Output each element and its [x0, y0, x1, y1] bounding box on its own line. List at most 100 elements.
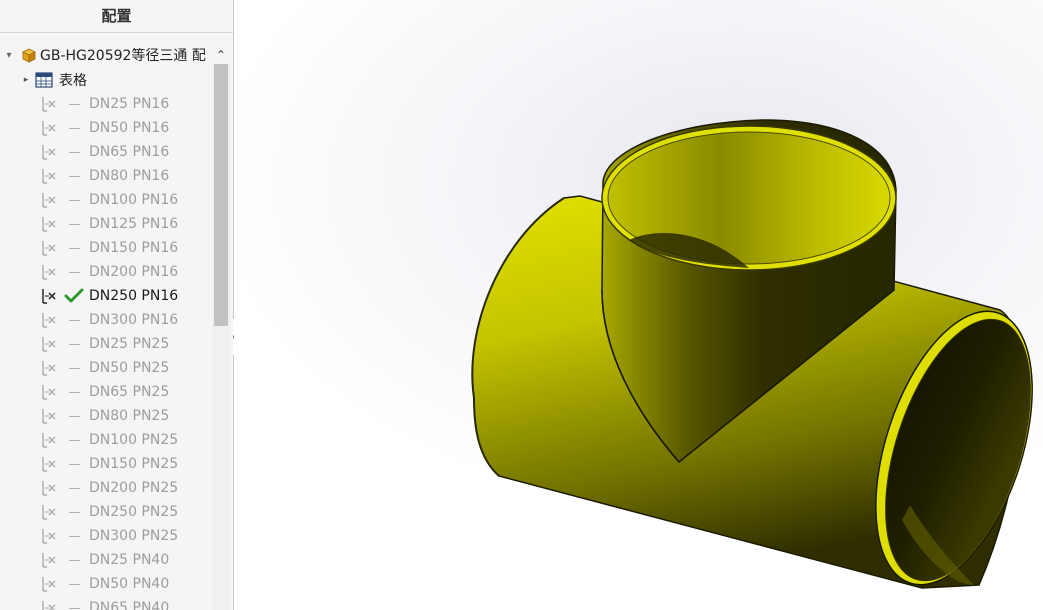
inactive-dash-icon	[62, 407, 86, 425]
configuration-icon	[40, 575, 62, 593]
configuration-item[interactable]: DN65 PN40	[0, 596, 212, 610]
configuration-icon	[40, 119, 62, 137]
vertical-scrollbar[interactable]	[212, 64, 230, 610]
configuration-label: DN65 PN16	[89, 144, 170, 160]
configuration-item[interactable]: DN25 PN16	[0, 92, 212, 116]
configuration-icon	[40, 287, 62, 305]
configuration-icon	[40, 143, 62, 161]
inactive-dash-icon	[62, 599, 86, 610]
scroll-up-chevron-icon[interactable]: ⌃	[214, 48, 228, 62]
inactive-dash-icon	[62, 239, 86, 257]
inactive-dash-icon	[62, 575, 86, 593]
configuration-icon	[40, 335, 62, 353]
design-table-item[interactable]: ▸ 表格	[18, 68, 87, 92]
configuration-icon	[40, 95, 62, 113]
configuration-item[interactable]: DN300 PN25	[0, 524, 212, 548]
inactive-dash-icon	[62, 551, 86, 569]
configuration-item[interactable]: DN25 PN25	[0, 332, 212, 356]
inactive-dash-icon	[62, 431, 86, 449]
configuration-item[interactable]: DN50 PN40	[0, 572, 212, 596]
checkmark-icon	[62, 287, 86, 305]
configuration-label: DN50 PN16	[89, 120, 170, 136]
configuration-icon	[40, 527, 62, 545]
inactive-dash-icon	[62, 191, 86, 209]
configuration-item[interactable]: DN250 PN25	[0, 500, 212, 524]
configuration-item[interactable]: DN50 PN16	[0, 116, 212, 140]
inactive-dash-icon	[62, 167, 86, 185]
inactive-dash-icon	[62, 479, 86, 497]
configuration-item[interactable]: DN25 PN40	[0, 548, 212, 572]
configuration-label: DN100 PN25	[89, 432, 179, 448]
configuration-manager-panel: 配置 ▾ GB-HG20592等径三通 配 ⌃ ▸ 表格 DN25 PN16 D…	[0, 0, 234, 610]
configuration-item[interactable]: DN200 PN16	[0, 260, 212, 284]
configuration-icon	[40, 215, 62, 233]
configuration-label: DN100 PN16	[89, 192, 179, 208]
graphics-area[interactable]	[234, 0, 1043, 610]
configuration-icon	[40, 455, 62, 473]
configuration-item[interactable]: DN65 PN16	[0, 140, 212, 164]
configuration-label: DN200 PN25	[89, 480, 179, 496]
configuration-label: DN150 PN25	[89, 456, 179, 472]
configuration-label: DN125 PN16	[89, 216, 179, 232]
root-part-label: GB-HG20592等径三通 配	[40, 48, 206, 64]
inactive-dash-icon	[62, 143, 86, 161]
configuration-item[interactable]: DN300 PN16	[0, 308, 212, 332]
inactive-dash-icon	[62, 455, 86, 473]
configuration-icon	[40, 599, 62, 610]
configuration-item[interactable]: DN125 PN16	[0, 212, 212, 236]
configuration-item[interactable]: DN150 PN25	[0, 452, 212, 476]
configuration-label: DN250 PN16	[89, 288, 179, 304]
configuration-item[interactable]: DN100 PN25	[0, 428, 212, 452]
inactive-dash-icon	[62, 119, 86, 137]
expand-caret-icon[interactable]: ▸	[18, 75, 34, 85]
configuration-label: DN25 PN16	[89, 96, 170, 112]
configuration-icon	[40, 407, 62, 425]
collapse-caret-icon[interactable]: ▾	[0, 50, 18, 61]
configuration-label: DN150 PN16	[89, 240, 179, 256]
configuration-label: DN50 PN25	[89, 360, 170, 376]
inactive-dash-icon	[62, 215, 86, 233]
design-table-label: 表格	[59, 73, 87, 89]
configuration-icon	[40, 383, 62, 401]
design-table-icon	[34, 71, 54, 89]
root-part-item[interactable]: ▾ GB-HG20592等径三通 配	[0, 43, 230, 67]
panel-title: 配置	[0, 0, 233, 33]
inactive-dash-icon	[62, 527, 86, 545]
configuration-icon	[40, 359, 62, 377]
configuration-item[interactable]: DN65 PN25	[0, 380, 212, 404]
configuration-label: DN300 PN25	[89, 528, 179, 544]
configuration-label: DN80 PN16	[89, 168, 170, 184]
configuration-icon	[40, 239, 62, 257]
configuration-label: DN200 PN16	[89, 264, 179, 280]
configuration-item[interactable]: DN150 PN16	[0, 236, 212, 260]
configuration-label: DN25 PN25	[89, 336, 170, 352]
configuration-icon	[40, 263, 62, 281]
configuration-label: DN65 PN40	[89, 600, 170, 610]
configuration-item[interactable]: DN50 PN25	[0, 356, 212, 380]
configuration-item[interactable]: DN200 PN25	[0, 476, 212, 500]
configuration-icon	[40, 191, 62, 209]
configuration-item[interactable]: DN80 PN25	[0, 404, 212, 428]
inactive-dash-icon	[62, 359, 86, 377]
inactive-dash-icon	[62, 263, 86, 281]
inactive-dash-icon	[62, 335, 86, 353]
configuration-list: DN25 PN16 DN50 PN16 DN65 PN16 DN80 PN16 DN10…	[0, 92, 212, 610]
configuration-item[interactable]: DN250 PN16	[0, 284, 212, 308]
equal-tee-3d-model	[471, 119, 1033, 589]
configuration-label: DN25 PN40	[89, 552, 170, 568]
inactive-dash-icon	[62, 383, 86, 401]
configuration-label: DN65 PN25	[89, 384, 170, 400]
inactive-dash-icon	[62, 95, 86, 113]
configuration-item[interactable]: DN80 PN16	[0, 164, 212, 188]
configuration-icon	[40, 503, 62, 521]
configuration-item[interactable]: DN100 PN16	[0, 188, 212, 212]
configuration-icon	[40, 431, 62, 449]
configuration-label: DN50 PN40	[89, 576, 170, 592]
inactive-dash-icon	[62, 311, 86, 329]
configuration-label: DN80 PN25	[89, 408, 170, 424]
part-icon	[18, 45, 40, 65]
scrollbar-thumb[interactable]	[214, 64, 228, 326]
configuration-icon	[40, 311, 62, 329]
configuration-label: DN250 PN25	[89, 504, 179, 520]
inactive-dash-icon	[62, 503, 86, 521]
